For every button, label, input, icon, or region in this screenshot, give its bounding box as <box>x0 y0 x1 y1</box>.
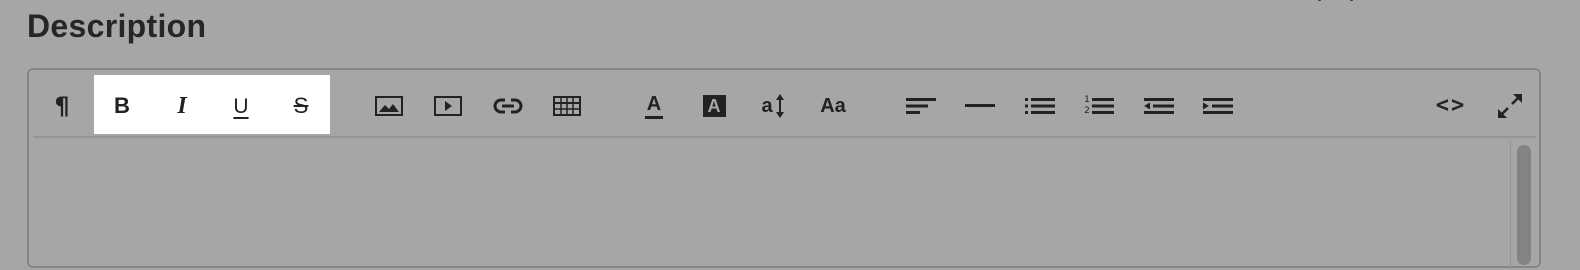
fullscreen-icon <box>1498 94 1522 118</box>
outdent-icon <box>1144 98 1174 114</box>
insert-video-button[interactable] <box>430 88 466 124</box>
numbered-list-button[interactable]: 1 2 <box>1081 88 1117 124</box>
background-color-button[interactable]: A <box>696 88 732 124</box>
scrollbar-thumb[interactable] <box>1517 145 1531 265</box>
line-height-letter: a <box>761 95 773 117</box>
numbered-list-icon <box>1091 98 1114 114</box>
image-icon <box>375 96 403 116</box>
text-color-icon: A <box>644 94 664 119</box>
code-view-button[interactable]: <> <box>1433 88 1469 124</box>
bulleted-list-icon <box>1025 98 1055 114</box>
outdent-button[interactable] <box>1141 88 1177 124</box>
insert-image-button[interactable] <box>371 88 407 124</box>
horizontal-rule-button[interactable] <box>962 88 998 124</box>
underline-icon: U <box>233 94 249 118</box>
bold-button[interactable]: B <box>104 88 140 124</box>
insert-table-button[interactable] <box>549 88 585 124</box>
editor-toolbar: ¶ B I U S A A a Aa 1 2 <> <box>33 74 1536 138</box>
align-left-icon <box>906 98 936 114</box>
strikethrough-icon: S <box>293 93 309 118</box>
horizontal-rule-icon <box>965 104 995 107</box>
editor-scrollbar[interactable] <box>1510 140 1537 270</box>
top-edge-marks <box>1318 0 1388 3</box>
rich-text-editor: ¶ B I U S A A a Aa 1 2 <> <box>27 68 1541 270</box>
editor-content-area[interactable] <box>33 140 1506 270</box>
table-icon <box>553 96 581 116</box>
link-icon <box>493 98 523 114</box>
paragraph-button[interactable]: ¶ <box>44 88 80 124</box>
text-color-button[interactable]: A <box>636 88 672 124</box>
font-size-button[interactable]: Aa <box>815 88 851 124</box>
video-icon <box>434 96 462 116</box>
background-color-icon: A <box>702 95 726 117</box>
bold-icon: B <box>114 93 130 118</box>
align-button[interactable] <box>903 88 939 124</box>
underline-button[interactable]: U <box>223 88 259 124</box>
insert-link-button[interactable] <box>490 88 526 124</box>
line-height-icon <box>775 94 784 118</box>
list-number-1: 1 <box>1084 95 1090 105</box>
bulleted-list-button[interactable] <box>1022 88 1058 124</box>
line-height-button[interactable]: a <box>755 88 791 124</box>
section-title: Description <box>27 8 207 44</box>
font-size-icon: Aa <box>820 95 846 117</box>
numbered-list-digits: 1 2 <box>1084 96 1090 116</box>
italic-button[interactable]: I <box>164 88 200 124</box>
indent-icon <box>1203 98 1233 114</box>
indent-button[interactable] <box>1200 88 1236 124</box>
strikethrough-button[interactable]: S <box>283 88 319 124</box>
fullscreen-button[interactable] <box>1492 88 1528 124</box>
code-view-icon: <> <box>1435 93 1467 118</box>
italic-icon: I <box>177 93 187 119</box>
paragraph-icon: ¶ <box>54 92 70 120</box>
list-number-2: 2 <box>1084 106 1090 116</box>
